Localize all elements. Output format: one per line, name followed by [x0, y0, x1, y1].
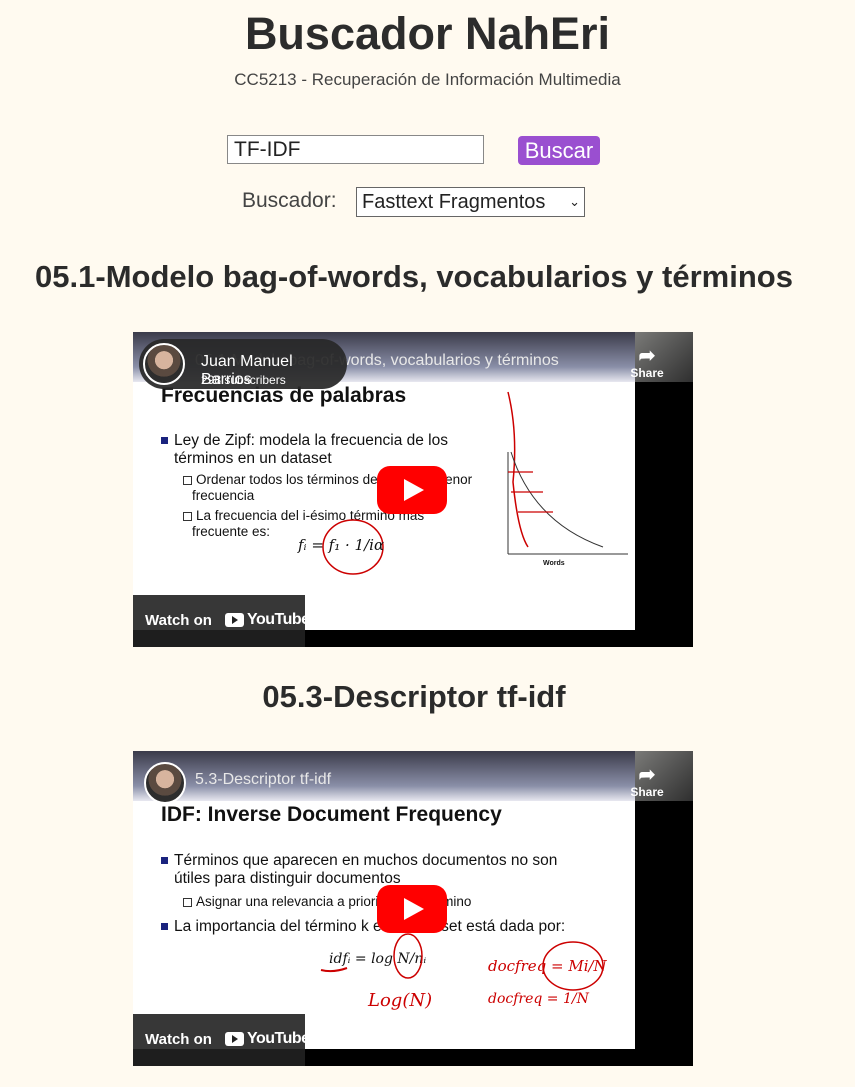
share-icon: ➦	[638, 764, 656, 786]
share-button[interactable]: ➦ Share	[629, 765, 665, 799]
share-button[interactable]: ➦ Share	[629, 346, 665, 380]
channel-subscribers: 298 subscribers	[201, 373, 286, 387]
video-embed[interactable]: 05.1-Modelo bag-of-words, vocabularios y…	[133, 332, 693, 647]
search-input[interactable]	[227, 135, 484, 164]
share-label: Share	[630, 366, 664, 380]
svg-text:docfreq = Mi/N: docfreq = Mi/N	[488, 957, 608, 975]
svg-text:Log(N): Log(N)	[367, 990, 432, 1011]
svg-text:fᵢ = f₁ · 1/iα: fᵢ = f₁ · 1/iα	[297, 536, 384, 554]
result-title: 05.3-Descriptor tf-idf	[262, 679, 566, 714]
youtube-icon	[225, 1032, 244, 1046]
share-icon: ➦	[638, 345, 656, 367]
play-icon[interactable]	[377, 466, 447, 514]
engine-select[interactable]: Fasttext Fragmentos ⌄	[356, 187, 585, 217]
youtube-label: YouTube	[247, 1030, 310, 1047]
watch-on-youtube-button[interactable]: Watch on YouTube	[133, 1014, 310, 1066]
youtube-label: YouTube	[247, 611, 310, 628]
engine-label: Buscador:	[242, 189, 337, 212]
watch-on-label: Watch on	[145, 1031, 212, 1048]
channel-pill[interactable]: Juan Manuel Barrios 298 subscribers	[139, 339, 347, 389]
page-title: Buscador NahEri	[244, 8, 611, 59]
avatar[interactable]	[144, 762, 186, 804]
share-label: Share	[630, 785, 664, 799]
engine-select-value: Fasttext Fragmentos	[362, 190, 546, 213]
svg-text:idfᵢ = log N/nᵢ: idfᵢ = log N/nᵢ	[329, 951, 426, 967]
search-button[interactable]: Buscar	[518, 136, 600, 165]
result-title: 05.1-Modelo bag-of-words, vocabularios y…	[35, 259, 793, 294]
play-icon[interactable]	[377, 885, 447, 933]
video-embed[interactable]: 5.3-Descriptor tf-idf IDF: Inverse Docum…	[133, 751, 693, 1066]
youtube-icon	[225, 613, 244, 627]
page-subtitle: CC5213 - Recuperación de Información Mul…	[234, 70, 621, 89]
svg-text:docfreq = 1/N: docfreq = 1/N	[488, 991, 590, 1007]
avatar	[143, 343, 185, 385]
watch-on-label: Watch on	[145, 612, 212, 629]
watch-on-youtube-button[interactable]: Watch on YouTube	[133, 595, 310, 647]
chevron-down-icon: ⌄	[569, 194, 580, 209]
